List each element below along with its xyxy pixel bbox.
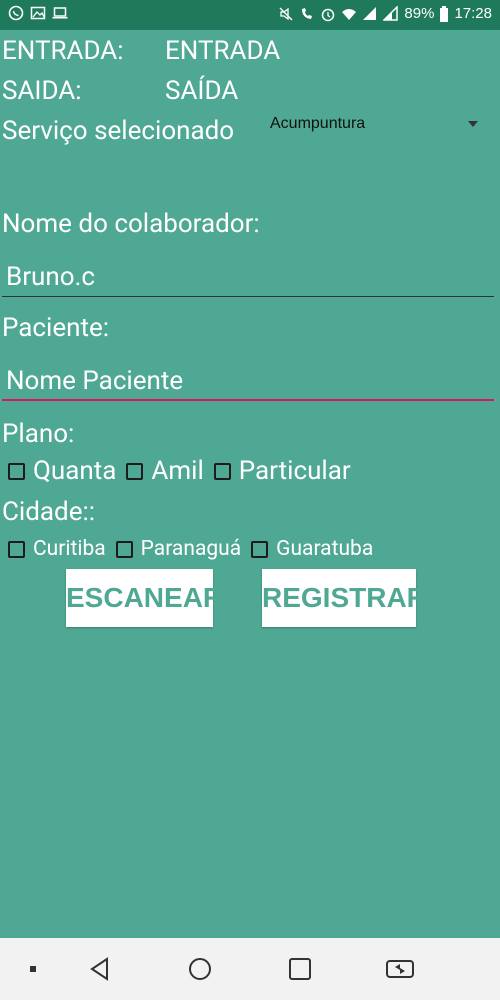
paciente-label: Paciente: [2, 313, 110, 343]
plano-label: Plano: [2, 419, 75, 449]
paciente-input[interactable]: Nome Paciente [2, 361, 494, 401]
mute-icon [279, 7, 293, 21]
colaborador-input-value: Bruno.c [6, 262, 95, 292]
battery-percent: 89% [404, 5, 435, 22]
checkbox-label-guaratuba: Guaratuba [276, 537, 374, 561]
checkbox-label-amil: Amil [151, 456, 204, 486]
status-bar-left [8, 5, 68, 21]
dot-icon[interactable] [20, 956, 46, 982]
clock: 17:28 [454, 5, 492, 22]
registrar-button[interactable]: REGISTRAR [262, 569, 427, 627]
laptop-icon [52, 7, 68, 19]
saida-label: SAIDA: [2, 76, 82, 106]
escanear-button[interactable]: ESCANEAR [66, 569, 223, 627]
servico-spinner[interactable]: Acumpuntura [268, 112, 488, 140]
saida-value: SAÍDA [165, 76, 239, 106]
status-bar-right: 89% 17:28 [278, 5, 492, 23]
image-icon [30, 6, 46, 20]
whatsapp-icon [8, 5, 24, 21]
cidade-options: Curitiba Paranaguá Guaratuba [8, 537, 383, 561]
dropdown-arrow-icon [468, 121, 478, 127]
recents-icon[interactable] [287, 956, 313, 982]
checkbox-quanta[interactable] [8, 462, 25, 480]
plano-options: Quanta Amil Particular [8, 456, 361, 486]
navigation-bar [0, 938, 500, 1000]
colaborador-input[interactable]: Bruno.c [2, 257, 494, 297]
alarm-icon [322, 8, 335, 22]
checkbox-particular[interactable] [213, 462, 231, 480]
status-bar: 89% 17:28 [0, 0, 500, 30]
input-underline-focused [2, 399, 494, 401]
signal-icon [383, 6, 399, 21]
checkbox-label-curitiba: Curitiba [33, 537, 106, 561]
checkbox-curitiba[interactable] [8, 540, 25, 558]
signal-icon [363, 7, 377, 20]
checkbox-label-quanta: Quanta [33, 456, 117, 486]
entrada-value: ENTRADA [165, 36, 281, 66]
checkbox-paranagua[interactable] [115, 540, 133, 558]
checkbox-label-particular: Particular [238, 456, 351, 486]
back-icon[interactable] [87, 956, 113, 982]
colaborador-label: Nome do colaborador: [2, 209, 260, 239]
input-underline [2, 296, 494, 297]
servico-selected-value: Acumpuntura [270, 115, 366, 132]
volte-icon [302, 8, 313, 19]
screen-rotate-icon[interactable] [385, 956, 415, 982]
checkbox-amil[interactable] [126, 462, 144, 480]
entrada-label: ENTRADA: [2, 36, 124, 66]
paciente-input-placeholder: Nome Paciente [6, 366, 184, 396]
servico-label: Serviço selecionado [2, 116, 235, 146]
cidade-label: Cidade:: [2, 497, 96, 527]
checkbox-label-paranagua: Paranaguá [140, 537, 242, 561]
wifi-icon [342, 9, 357, 20]
home-icon[interactable] [187, 956, 213, 982]
battery-icon [440, 6, 449, 22]
checkbox-guaratuba[interactable] [251, 540, 269, 558]
